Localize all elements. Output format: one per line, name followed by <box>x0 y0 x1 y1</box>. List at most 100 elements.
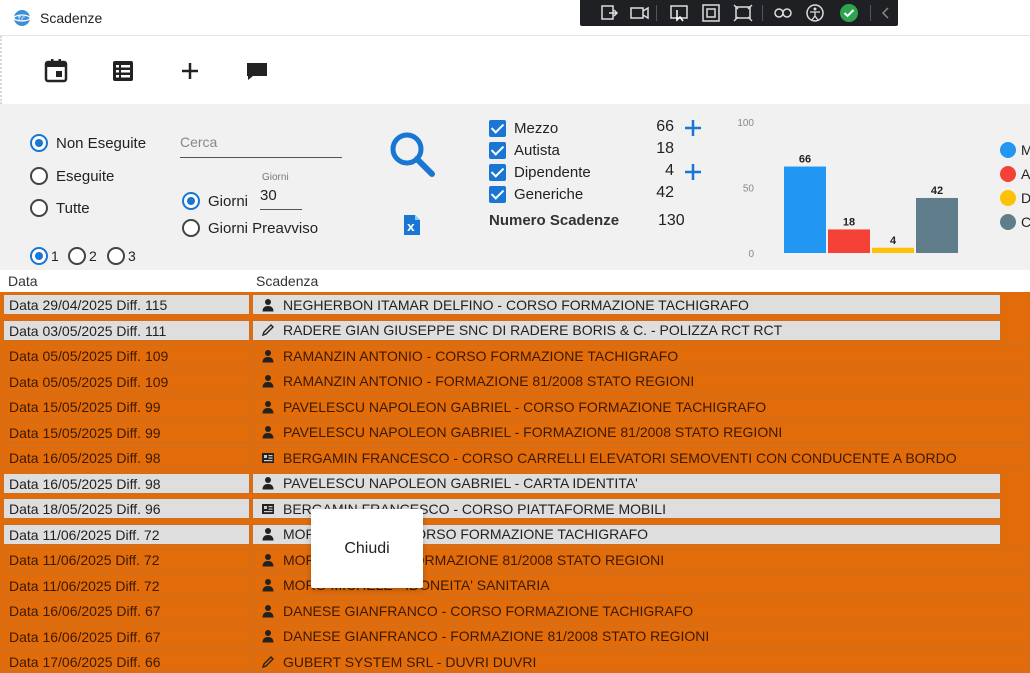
checkbox-dipendente[interactable]: Dipendente <box>489 164 591 181</box>
radio-tutte[interactable]: Tutte <box>30 199 90 217</box>
radio-dot[interactable] <box>68 247 86 265</box>
person-icon <box>261 400 275 414</box>
table-row[interactable]: Data 16/06/2025 Diff. 67 DANESE GIANFRANC… <box>0 624 1030 650</box>
cell-scadenza: PAVELESCU NAPOLEON GABRIEL - FORMAZIONE … <box>252 421 1030 443</box>
checkbox-box[interactable] <box>489 142 506 159</box>
table-row[interactable]: Data 17/06/2025 Diff. 66 GUBERT SYSTEM SR… <box>0 649 1030 673</box>
column-header-scadenza[interactable]: Scadenza <box>256 273 318 289</box>
window-mode-icon[interactable] <box>700 3 722 23</box>
checkbox-box[interactable] <box>489 164 506 181</box>
person-icon <box>261 374 275 388</box>
add-dipendente-icon[interactable] <box>684 163 702 181</box>
add-mezzo-icon[interactable] <box>684 119 702 137</box>
table-row[interactable]: Data 16/05/2025 Diff. 98 PAVELESCU NAPOLE… <box>0 471 1030 497</box>
radio-label: Giorni Preavviso <box>208 219 319 237</box>
cell-scadenza: DANESE GIANFRANCO - FORMAZIONE 81/2008 S… <box>252 625 1030 647</box>
radio-label: 2 <box>89 248 97 264</box>
main-toolbar <box>0 36 1030 104</box>
legend-label: M <box>1021 142 1030 158</box>
checkbox-box[interactable] <box>489 186 506 203</box>
count-dipendente: 4 <box>665 162 674 179</box>
cell-scadenza-text: RAMANZIN ANTONIO - FORMAZIONE 81/2008 ST… <box>283 373 695 389</box>
pointer-icon[interactable] <box>668 3 690 23</box>
cell-date: Data 15/05/2025 Diff. 99 <box>3 396 250 417</box>
table-row[interactable]: Data 11/06/2025 Diff. 72MORO MICHELE - I… <box>0 573 1030 599</box>
checkbox-generiche[interactable]: Generiche <box>489 186 583 203</box>
bar-autista[interactable] <box>828 229 870 253</box>
accessibility-icon[interactable] <box>804 3 826 23</box>
radio-dot[interactable] <box>182 219 200 237</box>
radio-eseguite[interactable]: Eseguite <box>30 167 114 185</box>
list-icon[interactable] <box>110 58 136 84</box>
cell-scadenza-text: PAVELESCU NAPOLEON GABRIEL - CORSO FORMA… <box>283 398 767 415</box>
chiudi-label: Chiudi <box>344 539 390 557</box>
cell-date: Data 11/06/2025 Diff. 72 <box>3 549 250 570</box>
checkbox-autista[interactable]: Autista <box>489 142 560 159</box>
excel-export-icon[interactable]: X <box>402 214 422 236</box>
table-row[interactable]: Data 03/05/2025 Diff. 111 RADERE GIAN GIU… <box>0 318 1030 344</box>
person-icon <box>261 476 275 490</box>
table-row[interactable]: Data 15/05/2025 Diff. 99 PAVELESCU NAPOLE… <box>0 394 1030 420</box>
legend-label: C <box>1021 214 1030 230</box>
person-icon <box>261 553 275 567</box>
table-row[interactable]: Data 18/05/2025 Diff. 96 BERGAMIN FRANCES… <box>0 496 1030 522</box>
table-row[interactable]: Data 11/06/2025 Diff. 72 MORO MICHELE - C… <box>0 522 1030 548</box>
person-icon <box>261 578 275 592</box>
radio-dot[interactable] <box>30 167 48 185</box>
bar-value-label: 18 <box>843 216 855 228</box>
bar-generiche[interactable] <box>916 197 958 253</box>
video-icon[interactable] <box>628 3 650 23</box>
legend-swatch <box>1000 166 1016 182</box>
cell-date: Data 16/05/2025 Diff. 98 <box>3 472 250 494</box>
table-row[interactable]: Data 11/06/2025 Diff. 72 MORO MICHELE - F… <box>0 547 1030 573</box>
chat-icon[interactable] <box>244 58 270 84</box>
chiudi-button[interactable]: Chiudi <box>311 509 423 588</box>
table-header: Data Scadenza <box>0 270 1030 292</box>
count-generiche: 42 <box>656 184 674 201</box>
radio-giorni[interactable]: Giorni <box>182 192 248 210</box>
radio-non-eseguite[interactable]: Non Eseguite <box>30 134 146 152</box>
fit-screen-icon[interactable] <box>732 3 754 23</box>
keys-icon[interactable] <box>772 3 794 23</box>
column-header-date[interactable]: Data <box>8 273 38 289</box>
checkbox-box[interactable] <box>489 120 506 137</box>
radio-level-2[interactable]: 2 <box>68 247 97 265</box>
radio-dot[interactable] <box>30 247 48 265</box>
cell-scadenza-text: PAVELESCU NAPOLEON GABRIEL - CARTA IDENT… <box>283 475 638 491</box>
bar-dipendente[interactable] <box>872 247 914 253</box>
collapse-chevron-icon[interactable] <box>876 3 898 23</box>
giorni-input[interactable]: 30 <box>260 186 302 210</box>
transfer-icon[interactable] <box>598 3 620 23</box>
cell-scadenza-text: GUBERT SYSTEM SRL - DUVRI DUVRI <box>283 653 537 670</box>
radio-giorni-preavviso[interactable]: Giorni Preavviso <box>182 219 318 237</box>
cell-scadenza: BERGAMIN FRANCESCO - CORSO CARRELLI ELEV… <box>252 447 1030 468</box>
svg-text:tc: tc <box>18 14 26 23</box>
search-button-icon[interactable] <box>386 128 438 180</box>
radio-label: 1 <box>51 248 59 264</box>
remote-toolbar <box>580 0 898 26</box>
connected-check-icon[interactable] <box>838 3 860 23</box>
scadenze-table-body: Data 29/04/2025 Diff. 115 NEGHERBON ITAMA… <box>0 292 1030 673</box>
add-icon[interactable] <box>177 58 203 84</box>
search-input[interactable]: Cerca <box>180 132 342 158</box>
table-row[interactable]: Data 29/04/2025 Diff. 115 NEGHERBON ITAMA… <box>0 292 1030 318</box>
table-row[interactable]: Data 16/06/2025 Diff. 67 DANESE GIANFRANC… <box>0 598 1030 624</box>
radio-dot[interactable] <box>182 192 200 210</box>
legend-label: A <box>1021 166 1030 182</box>
table-row[interactable]: Data 05/05/2025 Diff. 109 RAMANZIN ANTONI… <box>0 369 1030 395</box>
table-row[interactable]: Data 05/05/2025 Diff. 109 RAMANZIN ANTONI… <box>0 343 1030 369</box>
legend-label: D <box>1021 190 1030 206</box>
cell-date: Data 17/06/2025 Diff. 66 <box>3 651 250 672</box>
radio-level-3[interactable]: 3 <box>107 247 136 265</box>
checkbox-label: Dipendente <box>514 164 591 181</box>
radio-dot[interactable] <box>30 199 48 217</box>
radio-dot[interactable] <box>30 134 48 152</box>
radio-level-1[interactable]: 1 <box>30 247 59 265</box>
cell-scadenza: PAVELESCU NAPOLEON GABRIEL - CORSO FORMA… <box>252 396 1030 417</box>
bar-mezzo[interactable] <box>784 166 826 253</box>
calendar-icon[interactable] <box>43 58 69 84</box>
table-row[interactable]: Data 16/05/2025 Diff. 98 BERGAMIN FRANCES… <box>0 445 1030 471</box>
radio-dot[interactable] <box>107 247 125 265</box>
table-row[interactable]: Data 15/05/2025 Diff. 99 PAVELESCU NAPOLE… <box>0 420 1030 446</box>
checkbox-mezzo[interactable]: Mezzo <box>489 120 558 137</box>
